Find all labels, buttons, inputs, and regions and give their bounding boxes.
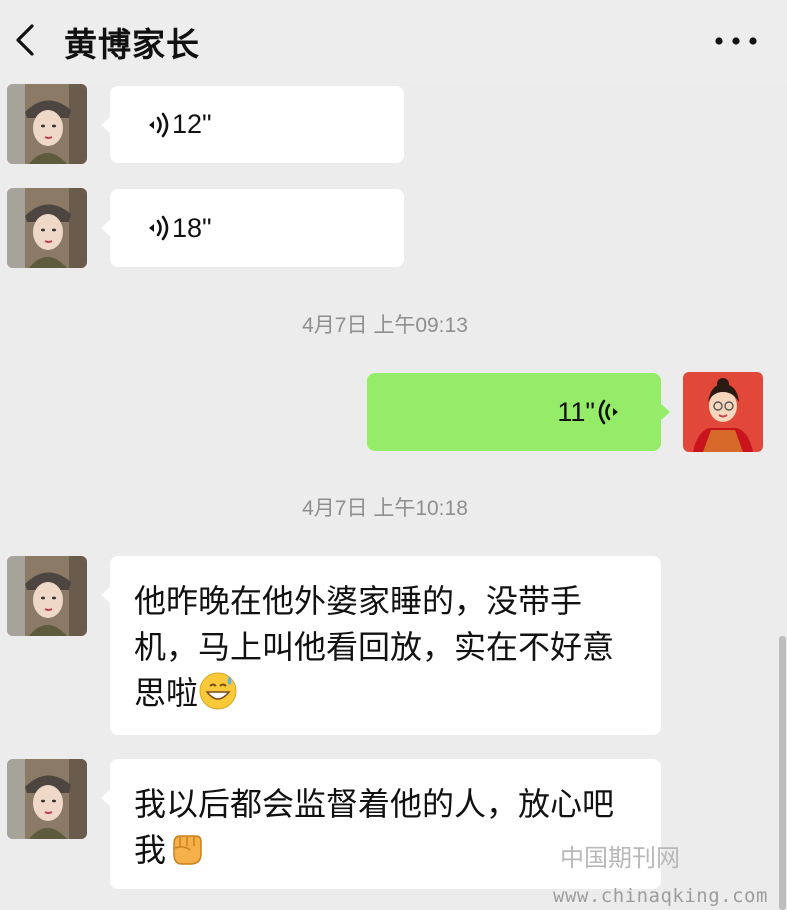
voice-message-bubble[interactable]: 18"	[101, 189, 404, 267]
self-voice-message-bubble[interactable]: 11"	[367, 373, 670, 451]
voice-wave-icon	[149, 112, 169, 137]
voice-duration: 18"	[172, 212, 212, 243]
voice-message-bubble[interactable]: 12"	[101, 86, 404, 163]
chevron-left-icon	[16, 24, 34, 56]
message-timestamp: 4月7日 上午10:18	[302, 497, 468, 520]
chat-header: 黄博家长	[0, 0, 787, 82]
watermark-site-name: 中国期刊网	[560, 844, 680, 872]
more-dots-icon	[715, 37, 757, 45]
contact-avatar[interactable]	[7, 759, 87, 839]
voice-wave-icon	[149, 215, 169, 241]
voice-wave-icon	[598, 399, 618, 425]
message-text: 他昨晚在他外婆家睡的，没带手机，马上叫他看回放，实在不好意思啦	[134, 578, 643, 716]
message-timestamp: 4月7日 上午09:13	[302, 314, 468, 337]
raised-fist-emoji	[173, 835, 202, 865]
text-message-bubble[interactable]: 他昨晚在他外婆家睡的，没带手机，马上叫他看回放，实在不好意思啦	[101, 556, 661, 735]
watermark-url: www.chinaqking.com	[553, 885, 768, 907]
self-avatar[interactable]	[683, 372, 763, 452]
back-button[interactable]	[10, 22, 46, 58]
contact-avatar[interactable]	[7, 556, 87, 636]
voice-duration: 11"	[557, 396, 595, 427]
chat-title: 黄博家长	[64, 25, 200, 64]
contact-avatar[interactable]	[7, 84, 87, 164]
chat-scrollbar[interactable]	[779, 636, 786, 910]
contact-avatar[interactable]	[7, 188, 87, 268]
voice-duration: 12"	[172, 109, 212, 139]
more-options-button[interactable]	[713, 30, 759, 52]
grinning-sweat-emoji	[199, 672, 237, 710]
